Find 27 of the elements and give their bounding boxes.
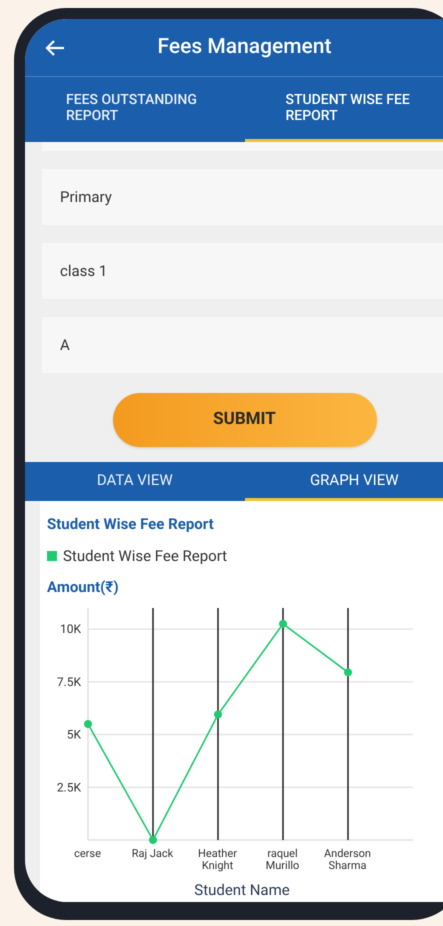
- form-field[interactable]: class 1: [42, 243, 443, 299]
- form-field[interactable]: [42, 142, 443, 151]
- x-tick-label: raquel Murillo: [264, 848, 300, 872]
- y-tick-label: 2.5K: [56, 780, 81, 794]
- report-title: Student Wise Fee Report: [47, 514, 215, 534]
- x-tick-label: Heather Knight: [197, 848, 238, 872]
- x-tick-label: Anderson Sharma: [322, 848, 372, 872]
- x-tick-label: Raj Jack: [130, 848, 174, 862]
- legend-label: Student Wise Fee Report: [63, 546, 228, 567]
- x-axis-title: Student Name: [194, 881, 290, 899]
- report-tab[interactable]: FEES OUTSTANDING REPORT: [25, 77, 244, 142]
- back-arrow-icon[interactable]: [45, 38, 65, 56]
- view-tab[interactable]: DATA VIEW: [25, 462, 244, 500]
- y-tick-label: 5K: [66, 728, 81, 742]
- submit-button[interactable]: SUBMIT: [112, 393, 376, 447]
- data-point: [149, 836, 157, 844]
- form-field[interactable]: A: [42, 317, 443, 373]
- y-axis-title: Amount(₹): [47, 576, 120, 598]
- form-field[interactable]: Primary: [42, 169, 443, 225]
- data-point: [279, 620, 287, 628]
- data-point: [84, 720, 92, 728]
- y-tick-label: 7.5K: [56, 674, 81, 689]
- app-title: Fees Management: [158, 34, 332, 59]
- x-tick-label: cerse: [73, 848, 102, 862]
- y-tick-label: 10K: [60, 622, 81, 636]
- data-point: [214, 710, 222, 718]
- data-point: [344, 668, 352, 676]
